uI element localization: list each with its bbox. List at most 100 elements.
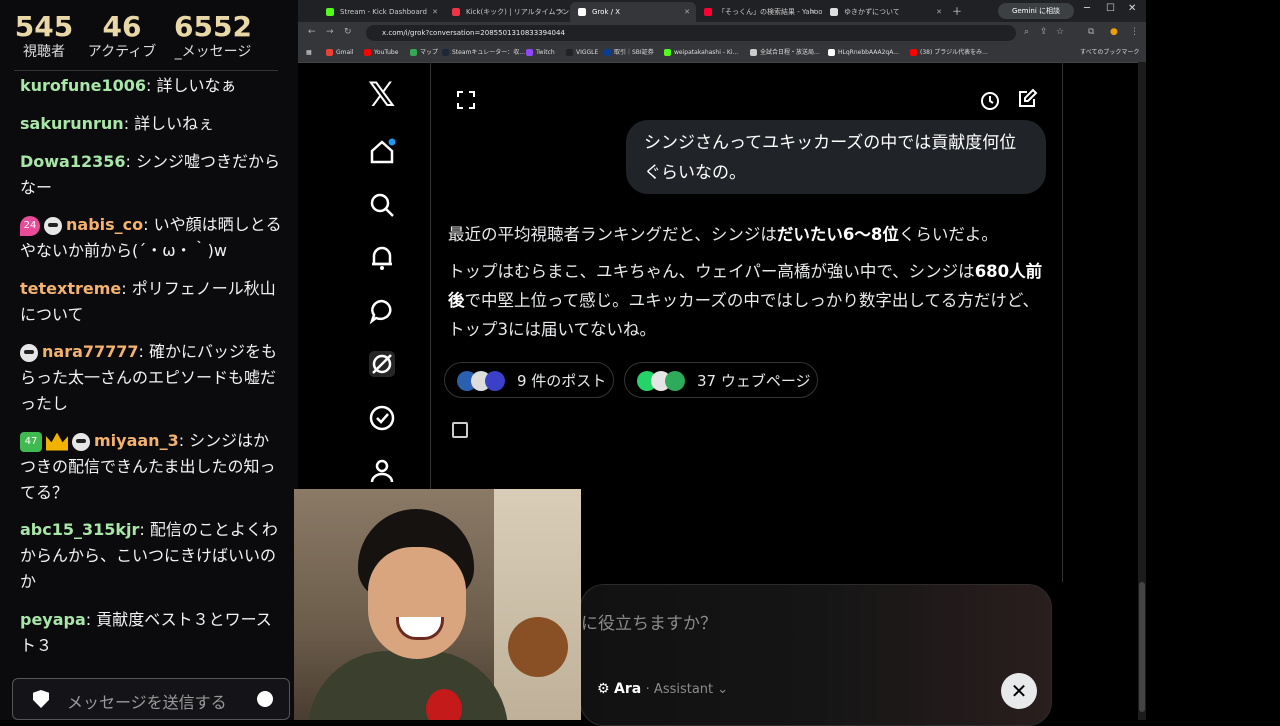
chat-username[interactable]: kurofune1006 [20,76,146,95]
close-window-button[interactable]: ✕ [1128,3,1136,14]
search-icon[interactable]: ⌕ [1024,27,1029,37]
grok-input-box[interactable]: に役立ちますか？ ⚙ Ara · Assistant ⌄ ✕ [580,584,1052,726]
gemini-button[interactable]: Gemini に相談 [998,3,1074,19]
bookmark-item[interactable]: weipatakahashi - Ki... [664,47,738,59]
chat-username[interactable]: miyaan_3 [94,431,179,450]
profile-avatar[interactable]: ● [1110,27,1118,37]
tab-title: 「そっくん」の検索結果 - Yahoo!検 [718,8,822,16]
chat-text: : 詳しいねぇ [123,114,215,133]
tab-grok[interactable]: Grok / X ✕ [570,2,696,22]
new-tab-button[interactable]: ＋ [952,3,962,18]
avatar-badge-icon [72,432,90,451]
chat-message: 24 nabis_co: いや顔は晒しとるやないか前から(´・ω・｀)w [20,212,282,264]
user-message-bubble: シンジさんってユキッカーズの中では貢献度何位ぐらいなの。 [626,120,1046,194]
message-count-value: 6552 [174,10,252,43]
tab-title: Stream - Kick Dashboard [340,8,427,16]
reload-icon[interactable]: ↻ [344,27,352,37]
bookmark-item[interactable]: (38) ブラジル代表をみ... [910,47,988,59]
chat-username[interactable]: tetextreme [20,279,121,298]
star-icon[interactable]: ☆ [1056,27,1064,37]
apps-icon[interactable]: ▦ [306,47,312,59]
chat-username[interactable]: Dowa12356 [20,152,126,171]
subscriber-badge: 24 [20,215,40,236]
subscriber-badge: 47 [20,431,42,452]
forward-icon[interactable]: → [326,27,334,37]
web-sources-button[interactable]: 37 ウェブページ [624,362,818,398]
chat-username[interactable]: nara77777 [42,342,139,361]
tab-kick-dashboard[interactable]: Stream - Kick Dashboard ✕ [318,2,444,22]
bookmark-item[interactable]: Steamキュレーター：収... [442,47,525,59]
yahoo-icon [704,8,712,16]
x-logo-icon[interactable]: 𝕏 [368,78,395,112]
shield-icon[interactable] [33,690,49,708]
chat-input-placeholder: メッセージを送信する [67,693,227,712]
chat-input[interactable]: メッセージを送信する [12,678,290,720]
bell-icon[interactable] [368,244,396,272]
model-name: Ara [614,681,642,697]
minimize-button[interactable]: ─ [1084,3,1090,14]
close-icon[interactable]: ✕ [558,2,564,22]
close-icon[interactable]: ✕ [810,2,816,22]
close-voice-button[interactable]: ✕ [1001,673,1037,709]
chat-username[interactable]: nabis_co [66,215,143,234]
copy-icon[interactable] [452,422,468,438]
home-icon[interactable] [368,138,396,166]
share-icon[interactable]: ⇪ [1040,27,1048,37]
all-bookmarks[interactable]: すべてのブックマーク [1080,47,1139,59]
tab-bar: Stream - Kick Dashboard ✕ Kick(キック) | リアル… [298,0,1146,22]
chat-message: 47 miyaan_3: シンジはかつきの配信できんたま出したの知ってる？ [20,428,282,506]
chat-username[interactable]: peyapa [20,610,86,629]
bookmark-item[interactable]: Twitch [526,47,555,59]
web-count-label: 37 ウェブページ [697,372,811,390]
chat-message: sakurunrun: 詳しいねぇ [20,111,282,137]
kick-icon [326,8,334,16]
url-field[interactable]: x.com/i/grok?conversation=20855013108333… [366,25,1016,41]
scrollbar[interactable] [1138,62,1146,720]
chat-message: nara77777: 確かにバッジをもらった太一さんのエピソードも嘘だったし [20,339,282,417]
tab-yukikazu[interactable]: ゆきかずについて ✕ [822,2,948,22]
expand-icon[interactable] [456,90,476,110]
bookmark-item[interactable]: YouTube [364,47,398,59]
close-icon[interactable]: ✕ [432,2,438,22]
close-icon[interactable]: ✕ [684,2,690,22]
bookmark-item[interactable]: VIGGLE [566,47,598,59]
model-selector[interactable]: ⚙ Ara · Assistant ⌄ [597,681,728,697]
chat-username[interactable]: abc15_315kjr [20,520,139,539]
close-icon[interactable]: ✕ [936,2,942,22]
viewer-count-value: 545 [14,10,74,43]
bookmark-item[interactable]: マップ [410,47,438,59]
viewer-count: 545 視聴者 [14,10,74,60]
emoji-icon[interactable] [257,691,273,707]
verified-icon[interactable] [368,404,396,432]
webcam-overlay [294,489,581,720]
new-chat-icon[interactable] [1016,88,1038,110]
history-icon[interactable] [978,90,1000,112]
back-icon[interactable]: ← [308,27,316,37]
messages-icon[interactable] [368,297,396,325]
avatar-badge-icon [44,216,62,235]
search-icon[interactable] [368,191,396,219]
grok-reply-paragraph: 最近の平均視聴者ランキングだと、シンジはだいたい6〜8位くらいだよ。 [448,225,998,244]
grok-icon[interactable] [368,350,396,378]
extensions-icon[interactable]: ⧉ [1088,27,1094,37]
bookmark-item[interactable]: 取引｜SBI証券 [604,47,654,59]
viewer-count-label: 視聴者 [23,44,65,60]
bookmark-item[interactable]: Gmail [326,47,354,59]
tab-yahoo-search[interactable]: 「そっくん」の検索結果 - Yahoo!検 ✕ [696,2,822,22]
posts-count-label: 9 件のポスト [517,372,607,390]
main-divider [1062,62,1063,582]
chat-username[interactable]: sakurunrun [20,114,124,133]
stats-divider [14,70,278,71]
stream-chat-panel: 545 視聴者 46 アクティブ 6552 _メッセージ kurofune100… [0,0,298,720]
maximize-button[interactable]: ☐ [1106,3,1115,14]
bookmark-item[interactable]: HLqRnebbAAA2qA... [828,47,899,59]
bookmark-item[interactable]: 全試合日程・放送局... [750,47,820,59]
tab-kick-ranking[interactable]: Kick(キック) | リアルタイムランキング✕ [444,2,570,22]
active-count-label: アクティブ [87,44,157,60]
menu-icon[interactable]: ⋮ [1130,27,1139,37]
profile-icon[interactable] [368,457,396,485]
posts-sources-button[interactable]: 9 件のポスト [444,362,614,398]
tab-title: Grok / X [592,8,621,16]
scrollbar-thumb[interactable] [1139,582,1145,712]
webcam-door [494,489,581,720]
